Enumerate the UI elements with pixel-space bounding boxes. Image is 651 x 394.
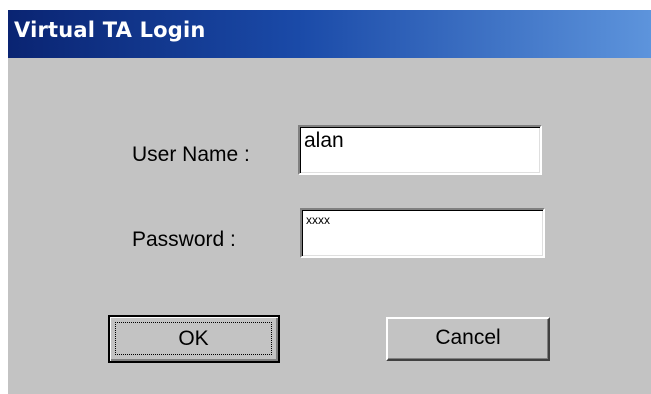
username-label: User Name :: [132, 143, 250, 166]
cancel-button[interactable]: Cancel: [386, 317, 550, 361]
password-field[interactable]: xxxx: [300, 208, 545, 258]
username-field[interactable]: alan: [298, 125, 542, 175]
password-label: Password :: [132, 228, 236, 251]
username-value: alan: [304, 129, 344, 152]
title-bar[interactable]: Virtual TA Login: [8, 10, 651, 58]
ok-button[interactable]: OK: [108, 315, 280, 363]
ok-button-label: OK: [178, 327, 209, 350]
login-dialog: Virtual TA Login User Name : alan Passwo…: [6, 8, 651, 394]
window-title: Virtual TA Login: [14, 18, 206, 42]
cancel-button-label: Cancel: [435, 326, 501, 349]
password-value: xxxx: [306, 213, 330, 227]
ok-button-focus-outline: OK: [115, 322, 272, 355]
